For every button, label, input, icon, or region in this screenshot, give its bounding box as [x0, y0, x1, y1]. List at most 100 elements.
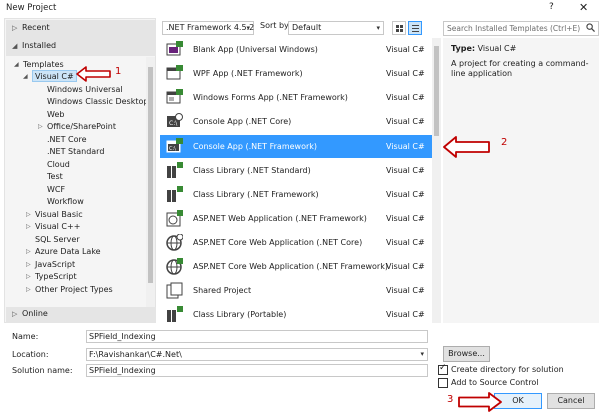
- template-name: Windows Forms App (.NET Framework): [193, 93, 348, 102]
- template-list-scrollbar-thumb[interactable]: [434, 46, 439, 136]
- tree-item-cloud[interactable]: Cloud: [47, 159, 70, 171]
- installed-label: Installed: [22, 41, 57, 50]
- tree-item-workflow[interactable]: Workflow: [47, 196, 84, 208]
- name-label: Name:: [12, 332, 39, 341]
- tree-item-label: Azure Data Lake: [35, 247, 101, 256]
- tree-item-visual-cpp[interactable]: ▷ Visual C++: [26, 221, 81, 233]
- template-name: Shared Project: [193, 286, 252, 295]
- tree-item-windows-classic-desktop[interactable]: Windows Classic Desktop: [47, 96, 148, 108]
- tree-item-other-project-types[interactable]: ▷ Other Project Types: [26, 284, 113, 296]
- search-input[interactable]: Search Installed Templates (Ctrl+E): [443, 21, 599, 36]
- chevron-right-icon: ▷: [12, 24, 18, 32]
- template-description: A project for creating a command-line ap…: [451, 59, 589, 78]
- template-language: Visual C#: [386, 93, 425, 102]
- template-row-classlib-standard[interactable]: Class Library (.NET Standard) Visual C#: [160, 159, 432, 182]
- source-control-checkbox[interactable]: [438, 378, 448, 388]
- template-list-scrollbar[interactable]: [432, 38, 441, 323]
- title-bar: New Project ? ✕: [0, 0, 602, 16]
- recent-section[interactable]: ▷ Recent: [6, 20, 156, 38]
- name-value: SPField_Indexing: [89, 332, 156, 341]
- search-placeholder: Search Installed Templates (Ctrl+E): [447, 24, 581, 33]
- wpf-app-icon: [166, 65, 183, 80]
- online-section[interactable]: ▷ Online: [6, 307, 156, 323]
- template-name: WPF App (.NET Framework): [193, 69, 303, 78]
- tree-item-label: Workflow: [47, 197, 84, 206]
- globe-icon: [166, 234, 183, 251]
- template-row-aspnet-web[interactable]: ASP.NET Web Application (.NET Framework)…: [160, 207, 432, 230]
- window-title: New Project: [6, 3, 57, 13]
- cancel-button[interactable]: Cancel: [547, 393, 595, 409]
- framework-dropdown[interactable]: .NET Framework 4.5.2 ▾: [162, 21, 254, 35]
- windows-forms-icon: [166, 89, 183, 104]
- template-row-classlib-portable[interactable]: Class Library (Portable) Visual C#: [160, 303, 432, 323]
- template-row-blank-app[interactable]: Blank App (Universal Windows) Visual C#: [160, 38, 432, 61]
- tree-item-net-core[interactable]: .NET Core: [47, 134, 87, 146]
- create-directory-checkbox[interactable]: ✓: [438, 363, 448, 375]
- tree-item-sql-server[interactable]: SQL Server: [35, 234, 80, 246]
- checkmark-icon: ✓: [439, 363, 447, 373]
- tree-scrollbar-thumb[interactable]: [148, 67, 153, 283]
- source-control-label: Add to Source Control: [451, 378, 539, 387]
- tree-scrollbar[interactable]: [146, 57, 155, 307]
- template-name: ASP.NET Core Web Application (.NET Frame…: [193, 262, 388, 271]
- template-row-aspnet-core-core[interactable]: ASP.NET Core Web Application (.NET Core)…: [160, 231, 432, 254]
- grid-view-button[interactable]: [392, 21, 406, 35]
- svg-text:C:\: C:\: [169, 120, 178, 127]
- template-row-aspnet-core-framework[interactable]: ASP.NET Core Web Application (.NET Frame…: [160, 255, 432, 278]
- chevron-right-icon: ▷: [12, 310, 18, 318]
- type-value: Visual C#: [477, 44, 517, 53]
- tree-item-label: Cloud: [47, 160, 70, 169]
- template-language: Visual C#: [386, 286, 425, 295]
- template-language: Visual C#: [386, 310, 425, 319]
- aspnet-icon: [166, 210, 183, 227]
- tree-item-javascript[interactable]: ▷ JavaScript: [26, 259, 75, 271]
- tree-item-label: Visual C++: [35, 222, 81, 231]
- template-row-shared-project[interactable]: Shared Project Visual C#: [160, 279, 432, 302]
- list-view-button[interactable]: [408, 21, 422, 35]
- annotation-arrow-icon: [458, 392, 502, 412]
- template-language: Visual C#: [386, 262, 425, 271]
- tree-item-web[interactable]: Web: [47, 109, 64, 121]
- installed-section[interactable]: ◢ Installed: [6, 38, 156, 56]
- tree-item-label: .NET Core: [47, 135, 87, 144]
- template-row-classlib-framework[interactable]: Class Library (.NET Framework) Visual C#: [160, 183, 432, 206]
- browse-button[interactable]: Browse...: [443, 346, 490, 362]
- tree-item-net-standard[interactable]: .NET Standard: [47, 146, 104, 158]
- template-name: Class Library (Portable): [193, 310, 287, 319]
- tree-item-visual-basic[interactable]: ▷ Visual Basic: [26, 209, 83, 221]
- svg-text:C:\: C:\: [169, 146, 176, 152]
- chevron-right-icon: ▷: [26, 248, 31, 255]
- template-row-windows-forms[interactable]: Windows Forms App (.NET Framework) Visua…: [160, 86, 432, 109]
- chevron-right-icon: ▷: [26, 211, 31, 218]
- name-input[interactable]: SPField_Indexing: [86, 330, 428, 343]
- tree-item-label: .NET Standard: [47, 147, 105, 156]
- help-button[interactable]: ?: [549, 2, 554, 12]
- tree-item-azure-data-lake[interactable]: ▷ Azure Data Lake: [26, 246, 101, 258]
- tree-item-label: Web: [47, 110, 65, 119]
- template-name: Class Library (.NET Standard): [193, 166, 311, 175]
- recent-label: Recent: [22, 23, 50, 32]
- list-icon: [412, 25, 419, 32]
- grid-icon: [396, 25, 403, 32]
- location-dropdown[interactable]: F:\Ravishankar\C#.Net\ ▾: [86, 348, 428, 361]
- tree-item-office-sharepoint[interactable]: ▷ Office/SharePoint: [38, 121, 116, 133]
- tree-item-visual-csharp[interactable]: ◢ Visual C#: [23, 70, 77, 82]
- tree-item-windows-universal[interactable]: Windows Universal: [47, 84, 123, 96]
- tree-item-label: Visual C#: [35, 72, 74, 81]
- solution-name-input[interactable]: SPField_Indexing: [86, 364, 428, 377]
- annotation-arrow-icon: [76, 66, 111, 82]
- search-icon: [586, 23, 595, 32]
- tree-item-typescript[interactable]: ▷ TypeScript: [26, 271, 77, 283]
- template-language: Visual C#: [386, 142, 425, 151]
- sort-dropdown[interactable]: Default ▾: [288, 21, 384, 35]
- tree-item-test[interactable]: Test: [47, 171, 63, 183]
- chevron-down-icon: ◢: [12, 42, 18, 50]
- close-button[interactable]: ✕: [579, 1, 588, 14]
- template-row-console-framework[interactable]: C:\ Console App (.NET Framework) Visual …: [160, 135, 432, 158]
- template-row-console-core[interactable]: C:\ Console App (.NET Core) Visual C#: [160, 110, 432, 133]
- class-library-icon: [167, 162, 183, 178]
- template-row-wpf-app[interactable]: WPF App (.NET Framework) Visual C#: [160, 62, 432, 85]
- tree-item-label: Windows Universal: [47, 85, 123, 94]
- tree-item-wcf[interactable]: WCF: [47, 184, 65, 196]
- template-toolbar: .NET Framework 4.5.2 ▾ Sort by: Default …: [160, 18, 432, 38]
